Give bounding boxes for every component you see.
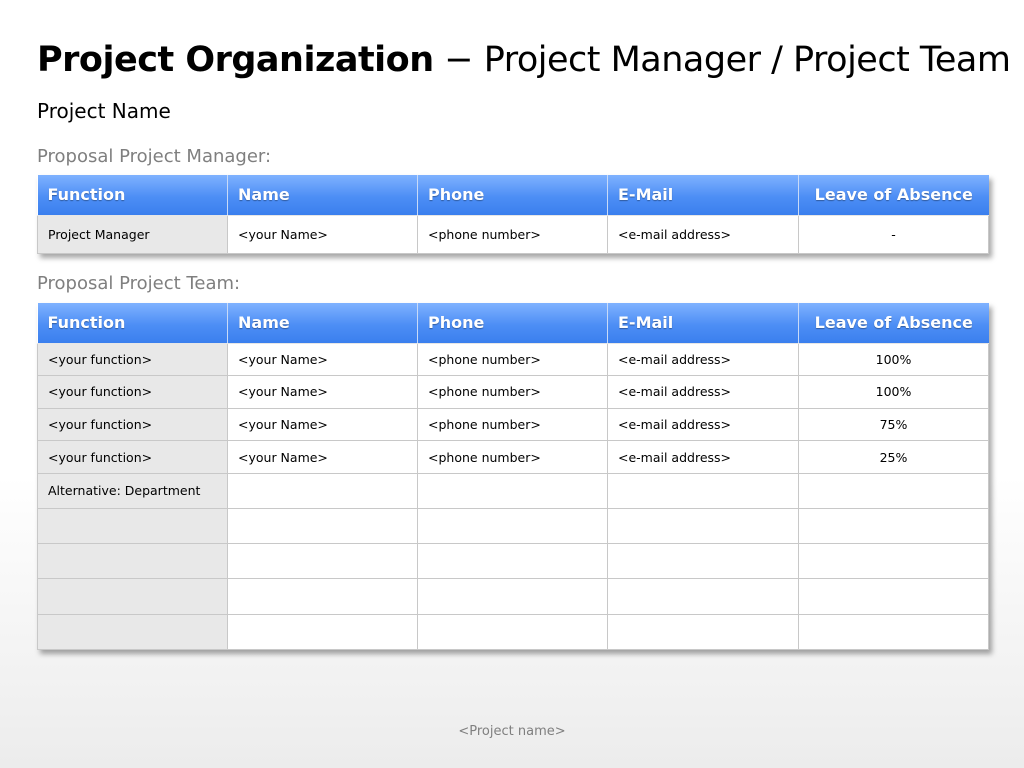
cell-function[interactable]: [37, 578, 228, 615]
cell-leave[interactable]: 100%: [798, 375, 989, 409]
table-header-row: Function Name Phone E-Mail Leave of Abse…: [37, 175, 989, 216]
cell-leave[interactable]: [798, 613, 989, 650]
header-email: E-Mail: [607, 175, 799, 216]
cell-email[interactable]: <e-mail address>: [607, 375, 799, 409]
cell-name[interactable]: <your Name>: [227, 375, 418, 409]
table-row: <your function> <your Name> <phone numbe…: [37, 342, 989, 377]
header-phone: Phone: [417, 303, 608, 344]
cell-leave[interactable]: [798, 508, 989, 545]
cell-function[interactable]: [37, 613, 228, 650]
cell-phone[interactable]: <phone number>: [417, 342, 608, 377]
table-row: <your function> <your Name> <phone numbe…: [37, 375, 989, 409]
cell-leave[interactable]: 25%: [798, 440, 989, 474]
header-function: Function: [37, 303, 228, 344]
manager-section-label: Proposal Project Manager:: [37, 146, 272, 167]
cell-phone[interactable]: [417, 472, 608, 510]
header-leave-of-absence: Leave of Absence: [798, 175, 989, 216]
project-team-table: Function Name Phone E-Mail Leave of Abse…: [37, 303, 989, 650]
cell-function[interactable]: Project Manager: [37, 214, 228, 254]
cell-function[interactable]: <your function>: [37, 440, 228, 474]
cell-name[interactable]: [227, 543, 418, 580]
cell-phone[interactable]: [417, 578, 608, 615]
cell-name[interactable]: [227, 578, 418, 615]
table-row: [37, 578, 989, 615]
cell-email[interactable]: [607, 472, 799, 510]
cell-phone[interactable]: <phone number>: [417, 375, 608, 409]
cell-function[interactable]: [37, 508, 228, 545]
table-row: Alternative: Department: [37, 472, 989, 510]
header-name: Name: [227, 175, 418, 216]
cell-name[interactable]: [227, 613, 418, 650]
cell-phone[interactable]: <phone number>: [417, 407, 608, 442]
cell-name[interactable]: <your Name>: [227, 214, 418, 254]
slide-title: Project Organization − Project Manager /…: [37, 40, 1011, 80]
header-name: Name: [227, 303, 418, 344]
cell-function[interactable]: <your function>: [37, 375, 228, 409]
cell-function[interactable]: <your function>: [37, 342, 228, 377]
cell-email[interactable]: [607, 578, 799, 615]
cell-leave[interactable]: [798, 472, 989, 510]
header-leave-of-absence: Leave of Absence: [798, 303, 989, 344]
table-row: [37, 508, 989, 545]
cell-phone[interactable]: <phone number>: [417, 214, 608, 254]
table-header-row: Function Name Phone E-Mail Leave of Abse…: [37, 303, 989, 344]
cell-email[interactable]: <e-mail address>: [607, 407, 799, 442]
table-row: [37, 613, 989, 650]
cell-phone[interactable]: [417, 543, 608, 580]
cell-email[interactable]: <e-mail address>: [607, 342, 799, 377]
cell-leave[interactable]: [798, 578, 989, 615]
cell-phone[interactable]: <phone number>: [417, 440, 608, 474]
cell-email[interactable]: [607, 543, 799, 580]
cell-email[interactable]: <e-mail address>: [607, 214, 799, 254]
cell-name[interactable]: [227, 472, 418, 510]
project-name-subtitle: Project Name: [37, 99, 171, 123]
title-rest: − Project Manager / Project Team: [433, 40, 1011, 80]
project-manager-table: Function Name Phone E-Mail Leave of Abse…: [37, 175, 989, 254]
footer-project-name: <Project name>: [458, 724, 566, 739]
cell-function[interactable]: <your function>: [37, 407, 228, 442]
cell-function[interactable]: Alternative: Department: [37, 472, 228, 510]
cell-leave[interactable]: -: [798, 214, 989, 254]
cell-name[interactable]: <your Name>: [227, 342, 418, 377]
team-section-label: Proposal Project Team:: [37, 273, 241, 294]
table-row: Project Manager <your Name> <phone numbe…: [37, 214, 989, 254]
cell-function[interactable]: [37, 543, 228, 580]
cell-name[interactable]: <your Name>: [227, 407, 418, 442]
header-phone: Phone: [417, 175, 608, 216]
cell-email[interactable]: <e-mail address>: [607, 440, 799, 474]
header-email: E-Mail: [607, 303, 799, 344]
title-bold: Project Organization: [37, 40, 434, 80]
cell-phone[interactable]: [417, 508, 608, 545]
header-function: Function: [37, 175, 228, 216]
cell-leave[interactable]: [798, 543, 989, 580]
cell-leave[interactable]: 100%: [798, 342, 989, 377]
cell-name[interactable]: [227, 508, 418, 545]
table-row: <your function> <your Name> <phone numbe…: [37, 440, 989, 474]
cell-leave[interactable]: 75%: [798, 407, 989, 442]
table-row: <your function> <your Name> <phone numbe…: [37, 407, 989, 442]
cell-email[interactable]: [607, 508, 799, 545]
cell-name[interactable]: <your Name>: [227, 440, 418, 474]
cell-email[interactable]: [607, 613, 799, 650]
table-row: [37, 543, 989, 580]
cell-phone[interactable]: [417, 613, 608, 650]
